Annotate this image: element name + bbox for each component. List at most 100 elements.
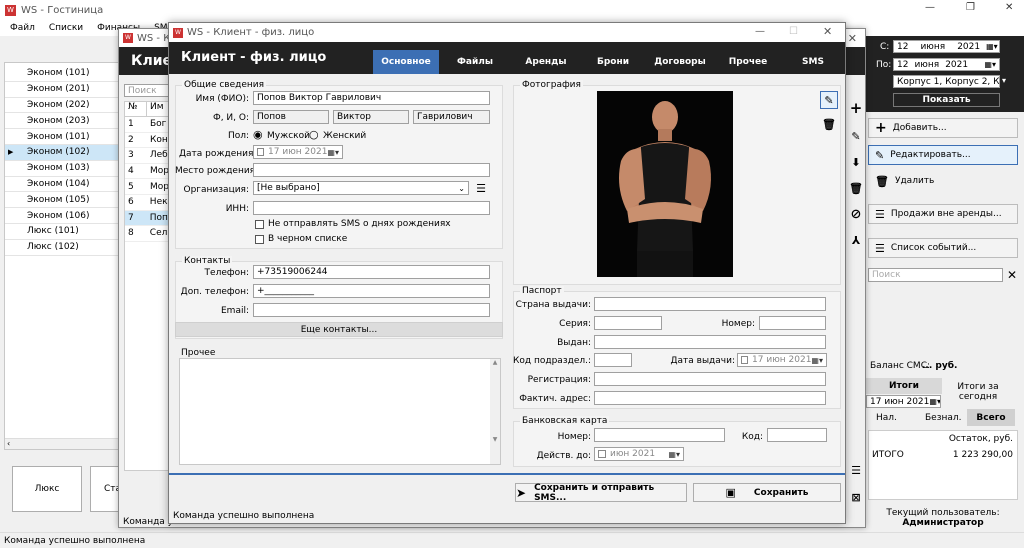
payment-tab-noncash[interactable]: Безнал.: [925, 413, 965, 423]
calendar-icon[interactable]: ▦▾: [984, 60, 996, 69]
card-number-input[interactable]: [594, 428, 725, 442]
room-list-item[interactable]: Эконом (203): [5, 113, 123, 130]
other-textarea[interactable]: ▲ ▼: [179, 358, 501, 465]
excel-icon[interactable]: ⊠: [848, 489, 864, 505]
room-list-item[interactable]: Эконом (101): [5, 129, 123, 145]
building-select[interactable]: Корпус 1, Корпус 2, Кор: [893, 75, 1000, 88]
edit-client-icon[interactable]: ✎: [848, 128, 864, 144]
phone2-input[interactable]: +___________: [253, 284, 490, 298]
main-search-input[interactable]: Поиск: [868, 268, 1003, 282]
checklist-icon[interactable]: ☰: [848, 462, 864, 478]
gender-female-radio[interactable]: ○: [309, 128, 319, 141]
building-select-arrow[interactable]: ▾: [1002, 76, 1006, 85]
tab-other[interactable]: Прочее: [715, 50, 781, 74]
organization-list-icon[interactable]: ☰: [473, 181, 489, 195]
date-from-input[interactable]: 12 июня 2021 ▦▾: [893, 40, 1000, 53]
email-input[interactable]: [253, 303, 490, 317]
room-list-item[interactable]: Эконом (201): [5, 82, 123, 98]
code-input[interactable]: [594, 353, 632, 367]
room-list-item[interactable]: Люкс (101): [5, 224, 123, 240]
calendar-icon[interactable]: ▦▾: [811, 356, 823, 365]
blacklist-checkbox[interactable]: [255, 235, 264, 244]
tab-main[interactable]: Основное: [373, 50, 439, 74]
table-row[interactable]: 4 Мор: [125, 164, 173, 180]
organization-select[interactable]: [Не выбрано] ⌄: [253, 181, 469, 195]
sales-outside-rent-button[interactable]: ☰ Продажи вне аренды...: [868, 204, 1018, 224]
minimize-button[interactable]: —: [925, 2, 935, 13]
edit-button[interactable]: ✎ Редактировать...: [868, 145, 1018, 165]
tab-contracts[interactable]: Договоры: [645, 50, 715, 74]
date-checkbox[interactable]: [741, 356, 749, 364]
room-list-scrollbar[interactable]: ‹: [5, 438, 123, 449]
events-list-button[interactable]: ☰ Список событий...: [868, 238, 1018, 258]
payment-tab-total[interactable]: Всего: [967, 409, 1015, 426]
merge-icon[interactable]: ⅄: [848, 232, 864, 248]
client-close-button[interactable]: ✕: [823, 25, 832, 38]
clients-close-button[interactable]: ✕: [848, 32, 857, 45]
save-button[interactable]: ▣ Сохранить: [693, 483, 841, 502]
address-input[interactable]: [594, 391, 826, 405]
room-list-item[interactable]: Эконом (101): [5, 66, 123, 82]
date-to-input[interactable]: 12 июня 2021 ▦▾: [893, 58, 1000, 71]
series-input[interactable]: [594, 316, 662, 330]
menu-lists[interactable]: Списки: [49, 23, 83, 33]
menu-file[interactable]: Файл: [10, 23, 35, 33]
date-checkbox[interactable]: [257, 148, 265, 156]
delete-button[interactable]: 🗑 Удалить: [868, 171, 1018, 191]
textarea-scrollbar[interactable]: ▲ ▼: [490, 359, 500, 464]
calendar-icon[interactable]: ▦▾: [929, 397, 940, 406]
inn-input[interactable]: [253, 201, 490, 215]
phone-input[interactable]: +73519006244: [253, 265, 490, 279]
clear-search-icon[interactable]: ✕: [1007, 268, 1017, 282]
gender-male-radio[interactable]: ◉: [253, 128, 263, 141]
chevron-down-icon[interactable]: ⌄: [458, 184, 465, 193]
add-button[interactable]: + Добавить...: [868, 118, 1018, 138]
table-row[interactable]: 1 Бог: [125, 117, 173, 133]
no-sms-checkbox[interactable]: [255, 220, 264, 229]
table-row[interactable]: 6 Некр: [125, 195, 173, 211]
tab-sms[interactable]: SMS: [781, 50, 845, 74]
close-button[interactable]: ✕: [1005, 2, 1013, 13]
issue-date-input[interactable]: 17 июн 2021 ▦▾: [737, 353, 827, 367]
calendar-icon[interactable]: ▦▾: [986, 42, 998, 51]
card-code-input[interactable]: [767, 428, 827, 442]
table-row[interactable]: 7 Попо: [125, 210, 173, 227]
patronymic-input[interactable]: Гаврилович: [413, 110, 490, 124]
room-list-item[interactable]: Эконом (105): [5, 192, 123, 209]
last-name-input[interactable]: Попов: [253, 110, 329, 124]
room-list-item[interactable]: Эконом (106): [5, 208, 123, 224]
add-client-icon[interactable]: +: [848, 99, 864, 117]
table-row[interactable]: 3 Лебе: [125, 148, 173, 164]
date-checkbox[interactable]: [598, 450, 606, 458]
room-list-item[interactable]: Люкс (102): [5, 240, 123, 256]
calendar-icon[interactable]: ▦▾: [327, 148, 339, 157]
room-list-item[interactable]: Эконом (102) ▶: [5, 144, 123, 161]
client-minimize-button[interactable]: —: [755, 26, 765, 37]
table-row[interactable]: 5 Мор: [125, 179, 173, 195]
calendar-icon[interactable]: ▦▾: [668, 450, 680, 459]
payment-tab-cash[interactable]: Нал.: [876, 413, 906, 423]
tab-rents[interactable]: Аренды: [511, 50, 581, 74]
country-input[interactable]: [594, 297, 826, 311]
room-type-button-lux[interactable]: Люкс: [12, 466, 82, 512]
show-button[interactable]: Показать: [893, 93, 1000, 107]
birth-date-input[interactable]: 17 июн 2021 ▦▾: [253, 145, 343, 159]
passport-number-input[interactable]: [759, 316, 826, 330]
photo-delete-icon[interactable]: 🗑: [820, 115, 838, 133]
table-row[interactable]: 2 Кон: [125, 133, 173, 149]
photo-edit-button[interactable]: ✎: [820, 91, 838, 109]
valid-until-input[interactable]: июн 2021 ▦▾: [594, 447, 684, 461]
fio-input[interactable]: Попов Виктор Гаврилович: [253, 91, 490, 105]
tab-files[interactable]: Файлы: [439, 50, 511, 74]
issued-input[interactable]: [594, 335, 826, 349]
room-list-item[interactable]: Эконом (103): [5, 161, 123, 177]
first-name-input[interactable]: Виктор: [333, 110, 409, 124]
more-contacts-button[interactable]: Еще контакты...: [175, 322, 503, 337]
totals-date-input[interactable]: 17 июн 2021 ▦▾: [866, 395, 941, 408]
client-maximize-button[interactable]: ☐: [789, 26, 798, 37]
table-row[interactable]: 8 Сели: [125, 226, 173, 242]
room-list-item[interactable]: Эконом (202): [5, 98, 123, 114]
maximize-button[interactable]: ❐: [966, 2, 975, 13]
block-icon[interactable]: ⊘: [848, 206, 864, 222]
download-icon[interactable]: ⬇: [848, 154, 864, 170]
